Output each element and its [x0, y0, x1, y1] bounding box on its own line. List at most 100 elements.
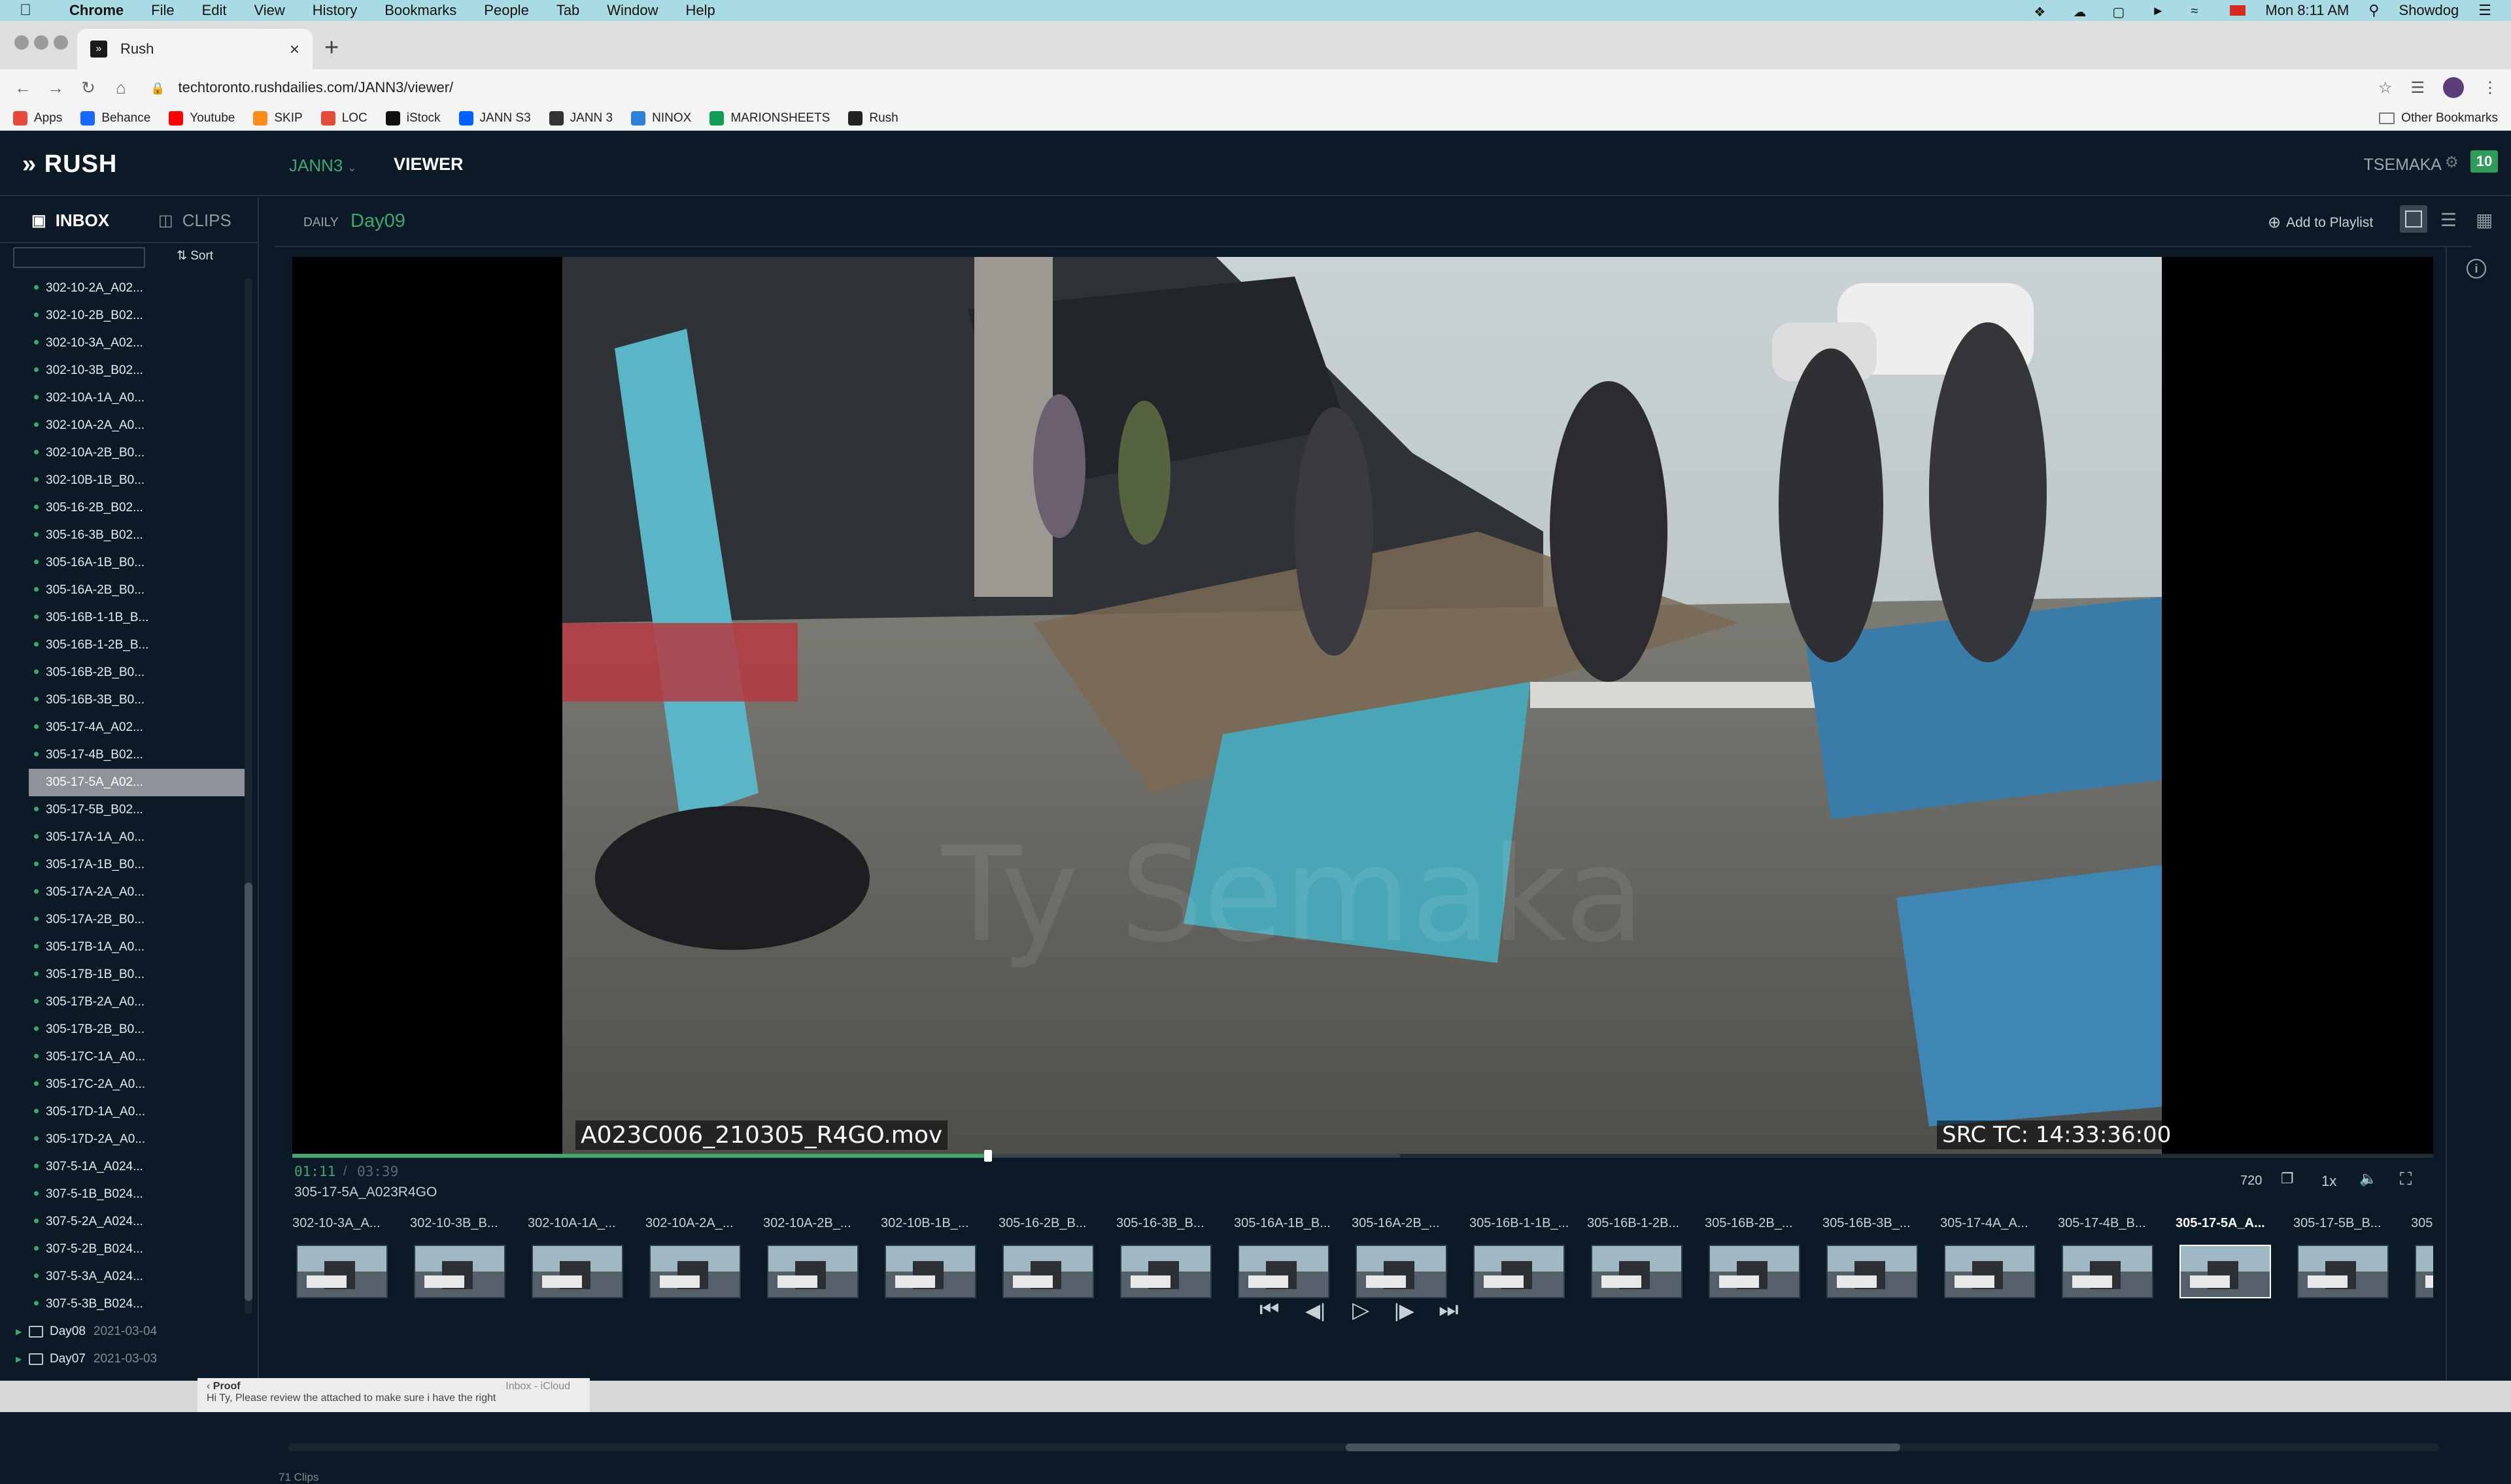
url-bar[interactable]: 🔒 techtoronto.rushdailies.com/JANN3/view…: [150, 79, 453, 96]
fullscreen-icon[interactable]: ⛶: [2400, 1169, 2412, 1190]
filmstrip-item[interactable]: 305-16B-3B_...: [1822, 1216, 1934, 1298]
bookmark-jann-s3[interactable]: JANN S3: [458, 110, 531, 126]
expand-arrow-icon[interactable]: ▶: [16, 1355, 29, 1364]
clip-list-item[interactable]: 302-10-3A_A02...: [0, 329, 248, 357]
filmstrip-item[interactable]: 305-16-2B_B...: [999, 1216, 1110, 1298]
filmstrip-item[interactable]: 305-16B-1-1B_...: [1469, 1216, 1580, 1298]
list-layout-button[interactable]: ☰: [2435, 205, 2463, 233]
clip-list-item[interactable]: 305-17C-2A_A0...: [0, 1071, 248, 1098]
filmstrip-item[interactable]: 305-17-4A_A...: [1940, 1216, 2051, 1298]
spotlight-icon[interactable]: ⚲: [2368, 2, 2379, 19]
settings-gear-icon[interactable]: ⚙: [2444, 153, 2459, 172]
menu-window[interactable]: Window: [607, 2, 658, 19]
forward-icon[interactable]: →: [39, 78, 72, 98]
clip-list-item[interactable]: 305-17B-2B_B0...: [0, 1016, 248, 1043]
volume-icon[interactable]: 🔈: [2359, 1170, 2377, 1187]
project-dropdown[interactable]: JANN3 ⌄: [289, 156, 356, 176]
clip-list-item[interactable]: 305-17A-2B_B0...: [0, 906, 248, 934]
clock[interactable]: Mon 8:11 AM: [2265, 2, 2349, 19]
cloud-tray-icon[interactable]: ☁: [2073, 4, 2092, 20]
viewer-layout-button[interactable]: [2400, 205, 2427, 233]
control-center-icon[interactable]: ☰: [2478, 2, 2491, 19]
clip-list-item[interactable]: 302-10A-1A_A0...: [0, 384, 248, 412]
filmstrip-item[interactable]: 302-10B-1B_...: [881, 1216, 992, 1298]
clip-list-item[interactable]: 305-17D-2A_A0...: [0, 1126, 248, 1153]
filmstrip-scroll-thumb[interactable]: [1346, 1443, 1900, 1451]
clip-list-item[interactable]: 305-16B-2B_B0...: [0, 659, 248, 686]
clip-search-input[interactable]: [13, 247, 145, 268]
bookmark-apps[interactable]: Apps: [13, 110, 62, 126]
clip-list-item[interactable]: 305-16-2B_B02...: [0, 494, 248, 522]
clip-list-item[interactable]: 305-17-4B_B02...: [0, 741, 248, 769]
tab-inbox[interactable]: ▣ INBOX: [31, 211, 109, 231]
close-window-button[interactable]: [14, 35, 29, 50]
sort-button[interactable]: ⇅ Sort: [177, 248, 213, 263]
clip-list-item[interactable]: 305-16-3B_B02...: [0, 522, 248, 549]
filmstrip-item[interactable]: 305-16B-1-2B...: [1587, 1216, 1698, 1298]
clip-list-item[interactable]: 302-10-2A_A02...: [0, 275, 248, 302]
clip-list-item[interactable]: 305-17A-2A_A0...: [0, 879, 248, 906]
menu-view[interactable]: View: [254, 2, 285, 19]
display-tray-icon[interactable]: ▢: [2112, 4, 2132, 20]
bookmark-ninox[interactable]: NINOX: [631, 110, 691, 126]
scrubber-handle[interactable]: [984, 1150, 992, 1162]
clip-list-item[interactable]: 305-17A-1A_A0...: [0, 824, 248, 851]
playback-speed[interactable]: 1x: [2321, 1173, 2336, 1190]
clip-list-item[interactable]: 307-5-1B_B024...: [0, 1181, 248, 1208]
profile-avatar[interactable]: [2443, 77, 2464, 98]
apple-menu-icon[interactable]: : [20, 1, 38, 20]
filmstrip-item[interactable]: 302-10-3A_A...: [292, 1216, 403, 1298]
home-icon[interactable]: ⌂: [105, 78, 137, 98]
menu-people[interactable]: People: [484, 2, 529, 19]
menu-bookmarks[interactable]: Bookmarks: [384, 2, 456, 19]
day-folder[interactable]: ▶ Day07 2021-03-03: [0, 1345, 248, 1373]
expand-arrow-icon[interactable]: ▶: [16, 1327, 29, 1336]
clip-list-item[interactable]: 307-5-2B_B024...: [0, 1236, 248, 1263]
filmstrip-item[interactable]: 305-17-5B_B...: [2293, 1216, 2404, 1298]
video-frame[interactable]: Ty Semaka: [562, 257, 2162, 1154]
clip-list-item[interactable]: 302-10A-2A_A0...: [0, 412, 248, 439]
clip-list-item[interactable]: 305-17B-1A_A0...: [0, 934, 248, 961]
clip-list-item[interactable]: 305-17-5B_B02...: [0, 796, 248, 824]
clip-list-item[interactable]: 305-17-4A_A02...: [0, 714, 248, 741]
clip-list-item[interactable]: 305-16B-1-2B_B...: [0, 632, 248, 659]
filmstrip-item[interactable]: 305-16-3B_B...: [1116, 1216, 1227, 1298]
day-folder[interactable]: ▶ Day08 2021-03-04: [0, 1318, 248, 1345]
filmstrip-item[interactable]: 302-10A-2B_...: [763, 1216, 874, 1298]
filmstrip-item[interactable]: 305-16A-2B_...: [1352, 1216, 1463, 1298]
filmstrip-item[interactable]: 305-17-5A_A...: [2176, 1216, 2287, 1298]
clip-list-item[interactable]: 305-16B-3B_B0...: [0, 686, 248, 714]
clip-list-item[interactable]: 305-17A-1B_B0...: [0, 851, 248, 879]
filmstrip-item[interactable]: 305-16B-2B_...: [1705, 1216, 1816, 1298]
menu-edit[interactable]: Edit: [202, 2, 227, 19]
menubar-user[interactable]: Showdog: [2399, 2, 2459, 19]
filmstrip-item[interactable]: 302-10A-1A_...: [528, 1216, 639, 1298]
volume-tray-icon[interactable]: ►: [2151, 4, 2171, 18]
bookmark-istock[interactable]: iStock: [385, 110, 441, 126]
menu-help[interactable]: Help: [686, 2, 715, 19]
clip-list-item[interactable]: 302-10A-2B_B0...: [0, 439, 248, 467]
clip-list-item[interactable]: 305-16B-1-1B_B...: [0, 604, 248, 632]
resolution-selector[interactable]: 720: [2240, 1173, 2262, 1189]
chrome-menu-icon[interactable]: ⋮: [2482, 78, 2498, 97]
picture-in-picture-icon[interactable]: ❐: [2281, 1170, 2294, 1187]
reading-list-icon[interactable]: ☰: [2410, 78, 2425, 97]
reload-icon[interactable]: ↻: [72, 78, 105, 98]
user-name[interactable]: TSEMAKA: [2364, 156, 2442, 175]
browser-tab[interactable]: » Rush ×: [77, 29, 313, 69]
menu-app-chrome[interactable]: Chrome: [69, 2, 124, 19]
grid-layout-button[interactable]: ▦: [2470, 205, 2498, 233]
menu-history[interactable]: History: [313, 2, 357, 19]
dropbox-tray-icon[interactable]: ❖: [2034, 4, 2053, 20]
clip-list-item[interactable]: 305-16A-2B_B0...: [0, 577, 248, 604]
bookmark-behance[interactable]: Behance: [80, 110, 150, 126]
tab-clips[interactable]: ◫ CLIPS: [158, 211, 231, 231]
clip-list-item[interactable]: 305-16A-1B_B0...: [0, 549, 248, 577]
filmstrip-item[interactable]: 305-17-4B_B...: [2058, 1216, 2169, 1298]
bookmark-star-icon[interactable]: ☆: [2378, 78, 2393, 97]
menu-tab[interactable]: Tab: [556, 2, 579, 19]
new-tab-icon[interactable]: +: [324, 34, 339, 62]
bookmark-skip[interactable]: SKIP: [253, 110, 303, 126]
sidebar-scroll-thumb[interactable]: [245, 883, 252, 1301]
clip-list-item[interactable]: 307-5-2A_A024...: [0, 1208, 248, 1236]
